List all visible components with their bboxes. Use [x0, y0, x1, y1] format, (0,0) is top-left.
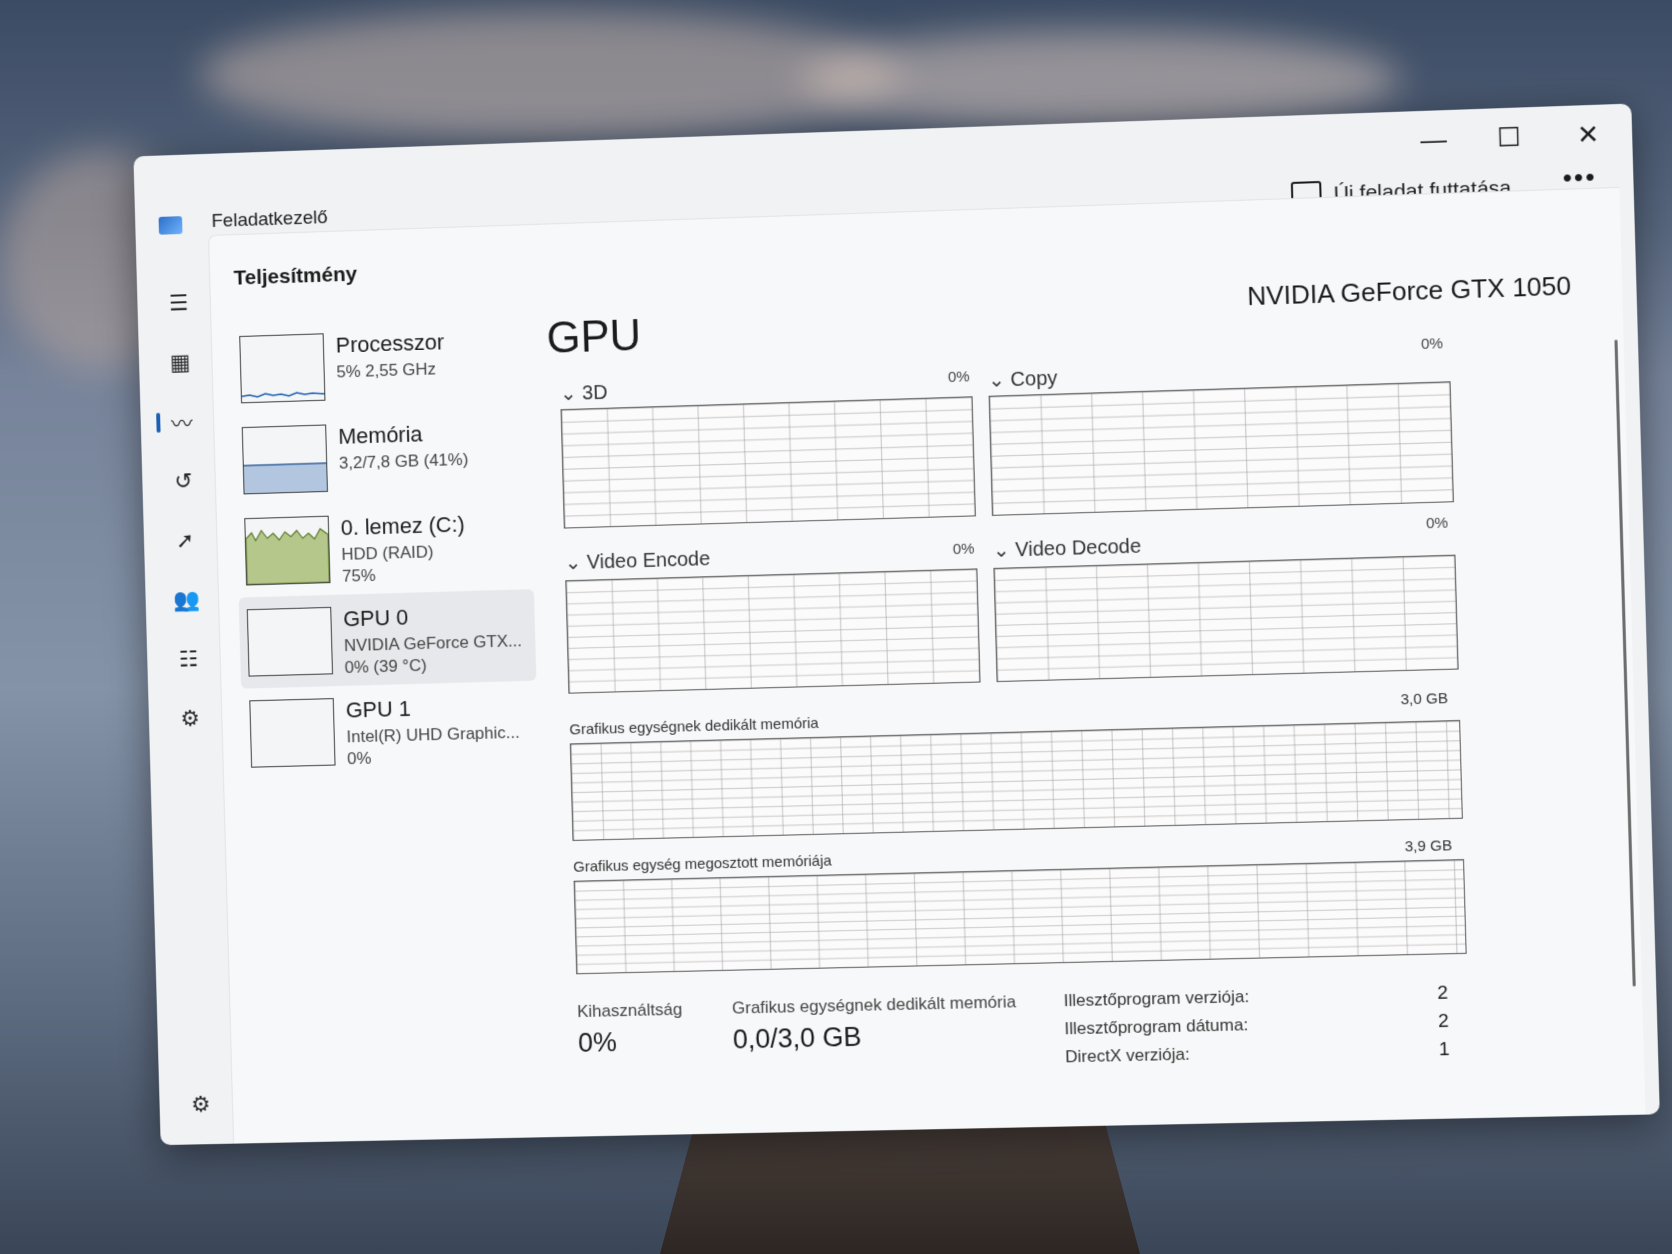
- device-name: 0. lemez (C:): [340, 511, 466, 541]
- graph-video-encode: [565, 568, 981, 694]
- engine-label: 3D: [581, 381, 608, 405]
- cpu-mini-graph: [239, 333, 326, 404]
- device-name: GPU 0: [342, 604, 409, 632]
- driver-date-label: Illesztőprogram dátuma:: [1064, 1015, 1249, 1039]
- memory-mini-graph: [241, 424, 328, 495]
- maximize-button[interactable]: ☐: [1472, 107, 1545, 168]
- users-icon[interactable]: 👥: [167, 580, 207, 621]
- graph-shared-memory: [573, 859, 1467, 975]
- cpu-sparkline: [240, 334, 324, 402]
- device-usage: 0%: [346, 748, 372, 769]
- device-usage: 0% (39 °C): [344, 655, 427, 677]
- device-item-cpu[interactable]: Processzor 5% 2,55 GHz: [231, 315, 529, 416]
- device-name: Processzor: [335, 329, 445, 358]
- app-history-icon[interactable]: ↺: [163, 461, 203, 502]
- dedicated-memory-value: 0,0/3,0 GB: [732, 1021, 862, 1055]
- gpu-detail-panel: GPU NVIDIA GeForce GTX 1050 ⌄ 3D 0% ⌄ Co…: [545, 250, 1605, 1137]
- directx-version-value: 1: [1438, 1038, 1450, 1061]
- gpu1-mini-graph: [249, 698, 336, 768]
- disk-mini-graph: [244, 515, 331, 586]
- performance-page: Teljesítmény Processzor 5% 2,55 GHz Memó…: [208, 186, 1646, 1144]
- device-detail: HDD (RAID): [341, 542, 434, 564]
- engine-selector-copy[interactable]: ⌄ Copy: [988, 366, 1058, 393]
- task-manager-window: Feladatkezelő — ☐ ✕ Új feladat futtatása…: [133, 103, 1660, 1146]
- device-name: GPU 1: [345, 695, 412, 723]
- engine-percent: 0%: [952, 540, 975, 559]
- engine-percent: 0%: [1425, 514, 1449, 533]
- startup-apps-icon[interactable]: ➚: [165, 520, 205, 561]
- engine-selector-video-decode[interactable]: ⌄ Video Decode: [993, 534, 1142, 563]
- shared-memory-max: 3,9 GB: [1404, 837, 1453, 856]
- engine-selector-3d[interactable]: ⌄ 3D: [560, 380, 608, 406]
- device-list: Processzor 5% 2,55 GHz Memória 3,2/7,8 G…: [231, 315, 539, 780]
- driver-version-label: Illesztőprogram verziója:: [1063, 986, 1250, 1011]
- shared-memory-graph-label: Grafikus egység megosztott memóriája: [573, 852, 832, 876]
- dedicated-memory-max: 3,0 GB: [1400, 690, 1449, 709]
- graph-dedicated-memory: [569, 719, 1463, 841]
- dedicated-memory-graph-label: Grafikus egységnek dedikált memória: [569, 714, 819, 739]
- device-item-gpu0[interactable]: GPU 0 NVIDIA GeForce GTX... 0% (39 °C): [238, 589, 537, 689]
- engine-selector-video-encode[interactable]: ⌄ Video Encode: [564, 546, 710, 575]
- device-name: Memória: [337, 421, 423, 449]
- engine-label: Copy: [1010, 367, 1058, 392]
- device-detail: Intel(R) UHD Graphic...: [346, 722, 520, 747]
- services-icon[interactable]: ⚙: [170, 698, 210, 739]
- device-usage: 75%: [341, 565, 376, 586]
- task-manager-app-icon: [158, 216, 183, 235]
- driver-version-value: 2: [1436, 982, 1449, 1004]
- background-cloud: [200, 10, 900, 140]
- device-item-disk[interactable]: 0. lemez (C:) HDD (RAID) 75%: [236, 498, 534, 598]
- engine-percent: 0%: [1420, 335, 1444, 353]
- hamburger-menu-icon[interactable]: ☰: [158, 283, 198, 324]
- disk-activity-graph: [245, 517, 329, 585]
- gpu0-mini-graph: [246, 606, 334, 677]
- memory-fill: [243, 462, 327, 494]
- directx-version-label: DirectX verziója:: [1065, 1044, 1191, 1067]
- device-item-memory[interactable]: Memória 3,2/7,8 GB (41%): [234, 406, 532, 506]
- graph-copy: [988, 381, 1454, 516]
- engine-label: Video Encode: [586, 548, 711, 574]
- details-icon[interactable]: ☷: [168, 639, 208, 680]
- engine-percent: 0%: [947, 368, 970, 387]
- gpu-model-name: NVIDIA GeForce GTX 1050: [1246, 270, 1572, 312]
- utilization-value: 0%: [577, 1027, 618, 1058]
- device-item-gpu1[interactable]: GPU 1 Intel(R) UHD Graphic... 0%: [241, 681, 539, 780]
- driver-date-value: 2: [1437, 1010, 1450, 1033]
- processes-icon[interactable]: ▦: [160, 342, 200, 383]
- gpu-heading: GPU: [545, 310, 642, 363]
- close-button[interactable]: ✕: [1552, 104, 1625, 165]
- performance-icon[interactable]: 〰: [162, 402, 202, 443]
- minimize-button[interactable]: —: [1397, 109, 1470, 170]
- engine-label: Video Decode: [1014, 535, 1142, 562]
- device-detail: NVIDIA GeForce GTX...: [343, 631, 523, 656]
- vertical-scrollbar[interactable]: [1614, 339, 1636, 987]
- graph-video-decode: [993, 554, 1459, 683]
- dedicated-memory-label: Grafikus egységnek dedikált memória: [731, 992, 1017, 1018]
- device-detail: 5% 2,55 GHz: [336, 359, 437, 382]
- graph-3d: [560, 396, 976, 529]
- app-title: Feladatkezelő: [211, 207, 328, 232]
- settings-gear-icon[interactable]: ⚙: [181, 1085, 221, 1125]
- page-title: Teljesítmény: [233, 262, 358, 290]
- utilization-label: Kihasználtság: [576, 999, 683, 1022]
- device-detail: 3,2/7,8 GB (41%): [338, 449, 469, 473]
